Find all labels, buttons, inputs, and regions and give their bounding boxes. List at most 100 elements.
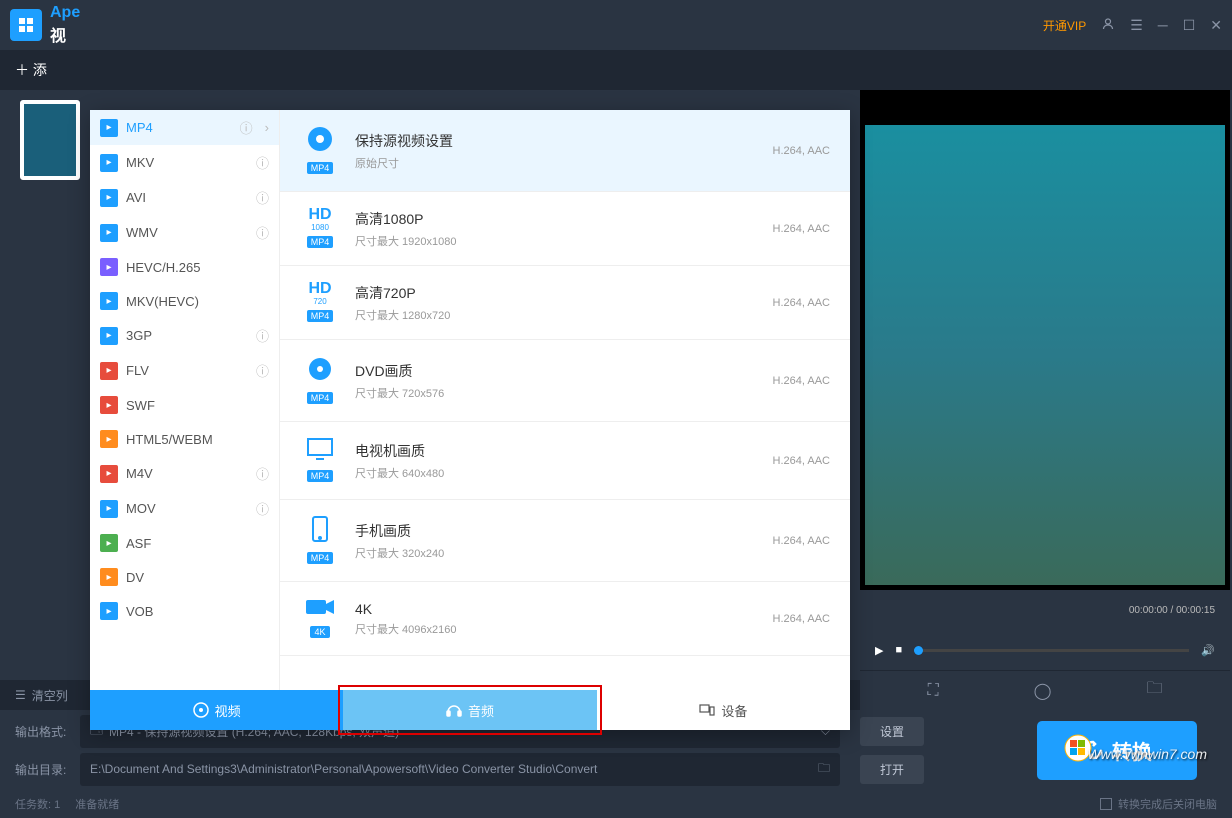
info-icon[interactable]: ⓘ [256, 361, 269, 380]
preset-icon: MP4 [300, 125, 340, 176]
shutdown-checkbox[interactable] [1100, 798, 1112, 810]
preset-title: 手机画质 [355, 521, 773, 541]
info-icon[interactable]: ⓘ [256, 188, 269, 207]
chevron-right-icon: › [265, 120, 269, 135]
format-item-wmv[interactable]: ▸ WMV ⓘ [90, 215, 279, 250]
format-file-icon: ▸ [100, 327, 118, 345]
time-display: 00:00:00 / 00:00:15 [1129, 605, 1215, 616]
preset-icon: MP4 [300, 437, 340, 484]
preset-item[interactable]: MP4 DVD画质 尺寸最大 720x576 H.264, AAC [280, 340, 850, 422]
preset-subtitle: 尺寸最大 720x576 [355, 385, 773, 401]
add-button[interactable]: ＋ 添 [15, 60, 47, 80]
format-file-icon: ▸ [100, 396, 118, 414]
format-file-icon: ▸ [100, 430, 118, 448]
status-bar: 任务数: 1 准备就绪 转换完成后关闭电脑 [0, 790, 1232, 818]
format-item-m4v[interactable]: ▸ M4V ⓘ [90, 456, 279, 491]
preset-item[interactable]: MP4 手机画质 尺寸最大 320x240 H.264, AAC [280, 500, 850, 582]
format-file-icon: ▸ [100, 292, 118, 310]
close-icon[interactable]: ✕ [1210, 17, 1222, 34]
maximize-icon[interactable]: ☐ [1183, 17, 1196, 34]
user-icon[interactable] [1101, 17, 1115, 34]
output-dir-label: 输出目录: [15, 761, 70, 778]
preset-item[interactable]: HD720MP4 高清720P 尺寸最大 1280x720 H.264, AAC [280, 266, 850, 340]
format-item-avi[interactable]: ▸ AVI ⓘ [90, 180, 279, 215]
info-icon[interactable]: ⓘ [256, 223, 269, 242]
info-icon[interactable]: ⓘ [240, 118, 253, 137]
video-thumbnail[interactable] [20, 100, 80, 180]
format-file-icon: ▸ [100, 119, 118, 137]
format-file-icon: ▸ [100, 465, 118, 483]
format-file-icon: ▸ [100, 189, 118, 207]
format-item-flv[interactable]: ▸ FLV ⓘ [90, 353, 279, 388]
shutdown-label: 转换完成后关闭电脑 [1118, 796, 1217, 812]
format-file-icon: ▸ [100, 154, 118, 172]
stop-button[interactable]: ■ [895, 644, 902, 656]
tab-video[interactable]: 视频 [90, 690, 343, 730]
video-preview[interactable] [865, 125, 1225, 585]
browse-folder-icon[interactable]: 🗀 [818, 759, 830, 780]
format-item-mkv[interactable]: ▸ MKV ⓘ [90, 145, 279, 180]
preset-subtitle: 尺寸最大 1920x1080 [355, 233, 773, 249]
format-file-icon: ▸ [100, 602, 118, 620]
preset-codec: H.264, AAC [773, 455, 830, 467]
minimize-icon[interactable]: ─ [1158, 17, 1168, 33]
play-button[interactable]: ▶ [875, 644, 883, 657]
output-format-label: 输出格式: [15, 723, 70, 740]
format-item-dv[interactable]: ▸ DV [90, 560, 279, 594]
preset-codec: H.264, AAC [773, 375, 830, 387]
format-item-mkvhevc[interactable]: ▸ MKV(HEVC) [90, 284, 279, 318]
app-title: Ape 视 [50, 4, 80, 46]
format-item-html5webm[interactable]: ▸ HTML5/WEBM [90, 422, 279, 456]
format-file-icon: ▸ [100, 568, 118, 586]
settings-button[interactable]: 设置 [860, 717, 924, 746]
preset-title: 4K [355, 601, 773, 617]
volume-icon[interactable]: 🔊 [1201, 644, 1215, 657]
titlebar: Ape 视 开通VIP ☰ ─ ☐ ✕ [0, 0, 1232, 50]
output-dir-field[interactable]: E:\Document And Settings3\Administrator\… [80, 753, 840, 786]
snapshot-icon[interactable]: ◯ [1034, 681, 1052, 701]
format-item-hevch265[interactable]: ▸ HEVC/H.265 [90, 250, 279, 284]
format-item-3gp[interactable]: ▸ 3GP ⓘ [90, 318, 279, 353]
app-logo [10, 9, 42, 41]
status-text: 准备就绪 [75, 796, 119, 812]
info-icon[interactable]: ⓘ [256, 464, 269, 483]
preset-subtitle: 尺寸最大 1280x720 [355, 307, 773, 323]
open-button[interactable]: 打开 [860, 755, 924, 784]
preset-subtitle: 尺寸最大 4096x2160 [355, 621, 773, 637]
format-file-icon: ▸ [100, 362, 118, 380]
tab-device[interactable]: 设备 [597, 690, 850, 730]
vip-link[interactable]: 开通VIP [1043, 17, 1086, 34]
format-file-icon: ▸ [100, 500, 118, 518]
format-sidebar: ▸ MP4 ⓘ ›▸ MKV ⓘ ▸ AVI ⓘ ▸ WMV ⓘ ▸ HEVC/… [90, 110, 280, 690]
format-file-icon: ▸ [100, 534, 118, 552]
preset-codec: H.264, AAC [773, 223, 830, 235]
folder-icon[interactable]: 🗀 [1146, 677, 1162, 704]
preset-item[interactable]: 4K 4K 尺寸最大 4096x2160 H.264, AAC [280, 582, 850, 656]
info-icon[interactable]: ⓘ [256, 153, 269, 172]
preset-codec: H.264, AAC [773, 535, 830, 547]
info-icon[interactable]: ⓘ [256, 326, 269, 345]
preset-list: MP4 保持源视频设置 原始尺寸 H.264, AACHD1080MP4 高清1… [280, 110, 850, 690]
format-item-vob[interactable]: ▸ VOB [90, 594, 279, 628]
format-item-swf[interactable]: ▸ SWF [90, 388, 279, 422]
info-icon[interactable]: ⓘ [256, 499, 269, 518]
preset-title: DVD画质 [355, 361, 773, 381]
preset-item[interactable]: HD1080MP4 高清1080P 尺寸最大 1920x1080 H.264, … [280, 192, 850, 266]
preset-icon: MP4 [300, 515, 340, 566]
preset-codec: H.264, AAC [773, 145, 830, 157]
crop-icon[interactable]: ⛶ [927, 682, 938, 700]
preset-item[interactable]: MP4 电视机画质 尺寸最大 640x480 H.264, AAC [280, 422, 850, 500]
video-controls: 00:00:00 / 00:00:15 [860, 590, 1230, 630]
toolbar: ＋ 添 [0, 50, 1232, 90]
preset-title: 高清720P [355, 283, 773, 303]
watermark: Www.Winwin7.com [1087, 746, 1207, 762]
preset-icon: MP4 [300, 355, 340, 406]
format-item-mov[interactable]: ▸ MOV ⓘ [90, 491, 279, 526]
preset-item[interactable]: MP4 保持源视频设置 原始尺寸 H.264, AAC [280, 110, 850, 192]
tab-audio[interactable]: 音频 [343, 690, 596, 730]
format-item-mp4[interactable]: ▸ MP4 ⓘ › [90, 110, 279, 145]
preset-icon: HD720MP4 [300, 281, 340, 324]
format-item-asf[interactable]: ▸ ASF [90, 526, 279, 560]
progress-bar[interactable] [914, 649, 1189, 652]
menu-icon[interactable]: ☰ [1130, 17, 1143, 34]
